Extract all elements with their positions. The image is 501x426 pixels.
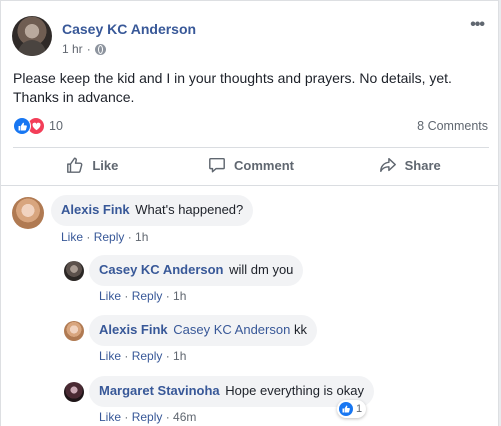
comment-links: Like · Reply · 46m xyxy=(99,410,197,424)
comment-like-link[interactable]: Like xyxy=(61,230,83,244)
comment-bubble-icon xyxy=(209,157,225,173)
comment-reply-link[interactable]: Reply xyxy=(132,289,163,303)
comment-text: kk xyxy=(290,322,307,337)
commenter-name[interactable]: Alexis Fink xyxy=(61,202,130,217)
comment-time[interactable]: 46m xyxy=(173,410,196,424)
comment-time[interactable]: 1h xyxy=(135,230,148,244)
author-name[interactable]: Casey KC Anderson xyxy=(62,21,196,37)
post-card: Casey KC Anderson 1 hr · ••• Please keep… xyxy=(0,0,499,426)
meta-separator: · xyxy=(86,42,91,56)
post-meta: 1 hr · xyxy=(62,42,106,56)
comment-text: Hope everything is okay xyxy=(221,383,365,398)
reaction-count[interactable]: 10 xyxy=(49,119,63,133)
divider xyxy=(1,185,498,186)
comment-like-link[interactable]: Like xyxy=(99,289,121,303)
commenter-name[interactable]: Margaret Stavinoha xyxy=(99,383,220,398)
author-avatar[interactable] xyxy=(12,16,52,56)
post-text: Please keep the kid and I in your though… xyxy=(13,70,452,105)
comment-bubble: Alexis Fink Casey KC Anderson kk xyxy=(89,315,317,346)
share-button-label: Share xyxy=(404,157,441,173)
comment-links: Like · Reply · 1h xyxy=(99,289,187,303)
commenter-avatar[interactable] xyxy=(64,382,84,402)
commenter-name[interactable]: Casey KC Anderson xyxy=(99,262,224,277)
comments-count[interactable]: 8 Comments xyxy=(417,119,488,133)
comment-button-label: Comment xyxy=(234,157,294,173)
share-arrow-icon xyxy=(379,157,396,173)
like-reaction-icon xyxy=(13,117,31,135)
post-stats: 10 8 Comments xyxy=(13,117,489,135)
comment-reaction-count: 1 xyxy=(356,403,363,415)
comment-time[interactable]: 1h xyxy=(173,289,186,303)
more-options-icon[interactable]: ••• xyxy=(470,17,485,33)
like-button[interactable]: Like xyxy=(13,148,172,182)
comment-reply-link[interactable]: Reply xyxy=(94,230,125,244)
commenter-name[interactable]: Alexis Fink xyxy=(99,322,168,337)
comment-time[interactable]: 1h xyxy=(173,349,186,363)
reactions-summary[interactable]: 10 xyxy=(13,117,63,135)
commenter-avatar[interactable] xyxy=(64,261,84,281)
like-reaction-icon xyxy=(339,402,353,416)
commenter-avatar[interactable] xyxy=(64,321,84,341)
comment-like-link[interactable]: Like xyxy=(99,410,121,424)
comment-bubble: Casey KC Anderson will dm you xyxy=(89,255,304,286)
comment-text: will dm you xyxy=(225,262,294,277)
comment-text: What's happened? xyxy=(131,202,244,217)
comment-like-link[interactable]: Like xyxy=(99,349,121,363)
comment-reply-link[interactable]: Reply xyxy=(132,410,163,424)
comment-button[interactable]: Comment xyxy=(172,148,331,182)
commenter-avatar[interactable] xyxy=(12,197,44,229)
like-button-label: Like xyxy=(92,157,119,173)
globe-icon[interactable] xyxy=(94,43,106,55)
comment-bubble: Alexis Fink What's happened? xyxy=(51,195,254,226)
comment-bubble: Margaret Stavinoha Hope everything is ok… xyxy=(89,376,375,407)
post-actions: Like Comment Share xyxy=(13,148,489,182)
comment-reaction-badge[interactable]: 1 xyxy=(337,400,367,418)
post-header: Casey KC Anderson 1 hr · ••• xyxy=(12,14,492,58)
comment-reply-link[interactable]: Reply xyxy=(132,349,163,363)
share-button[interactable]: Share xyxy=(330,148,489,182)
comment-links: Like · Reply · 1h xyxy=(61,230,149,244)
like-thumb-icon xyxy=(67,157,83,173)
post-time[interactable]: 1 hr xyxy=(62,42,83,56)
mention-link[interactable]: Casey KC Anderson xyxy=(170,322,290,337)
comment-links: Like · Reply · 1h xyxy=(99,349,187,363)
